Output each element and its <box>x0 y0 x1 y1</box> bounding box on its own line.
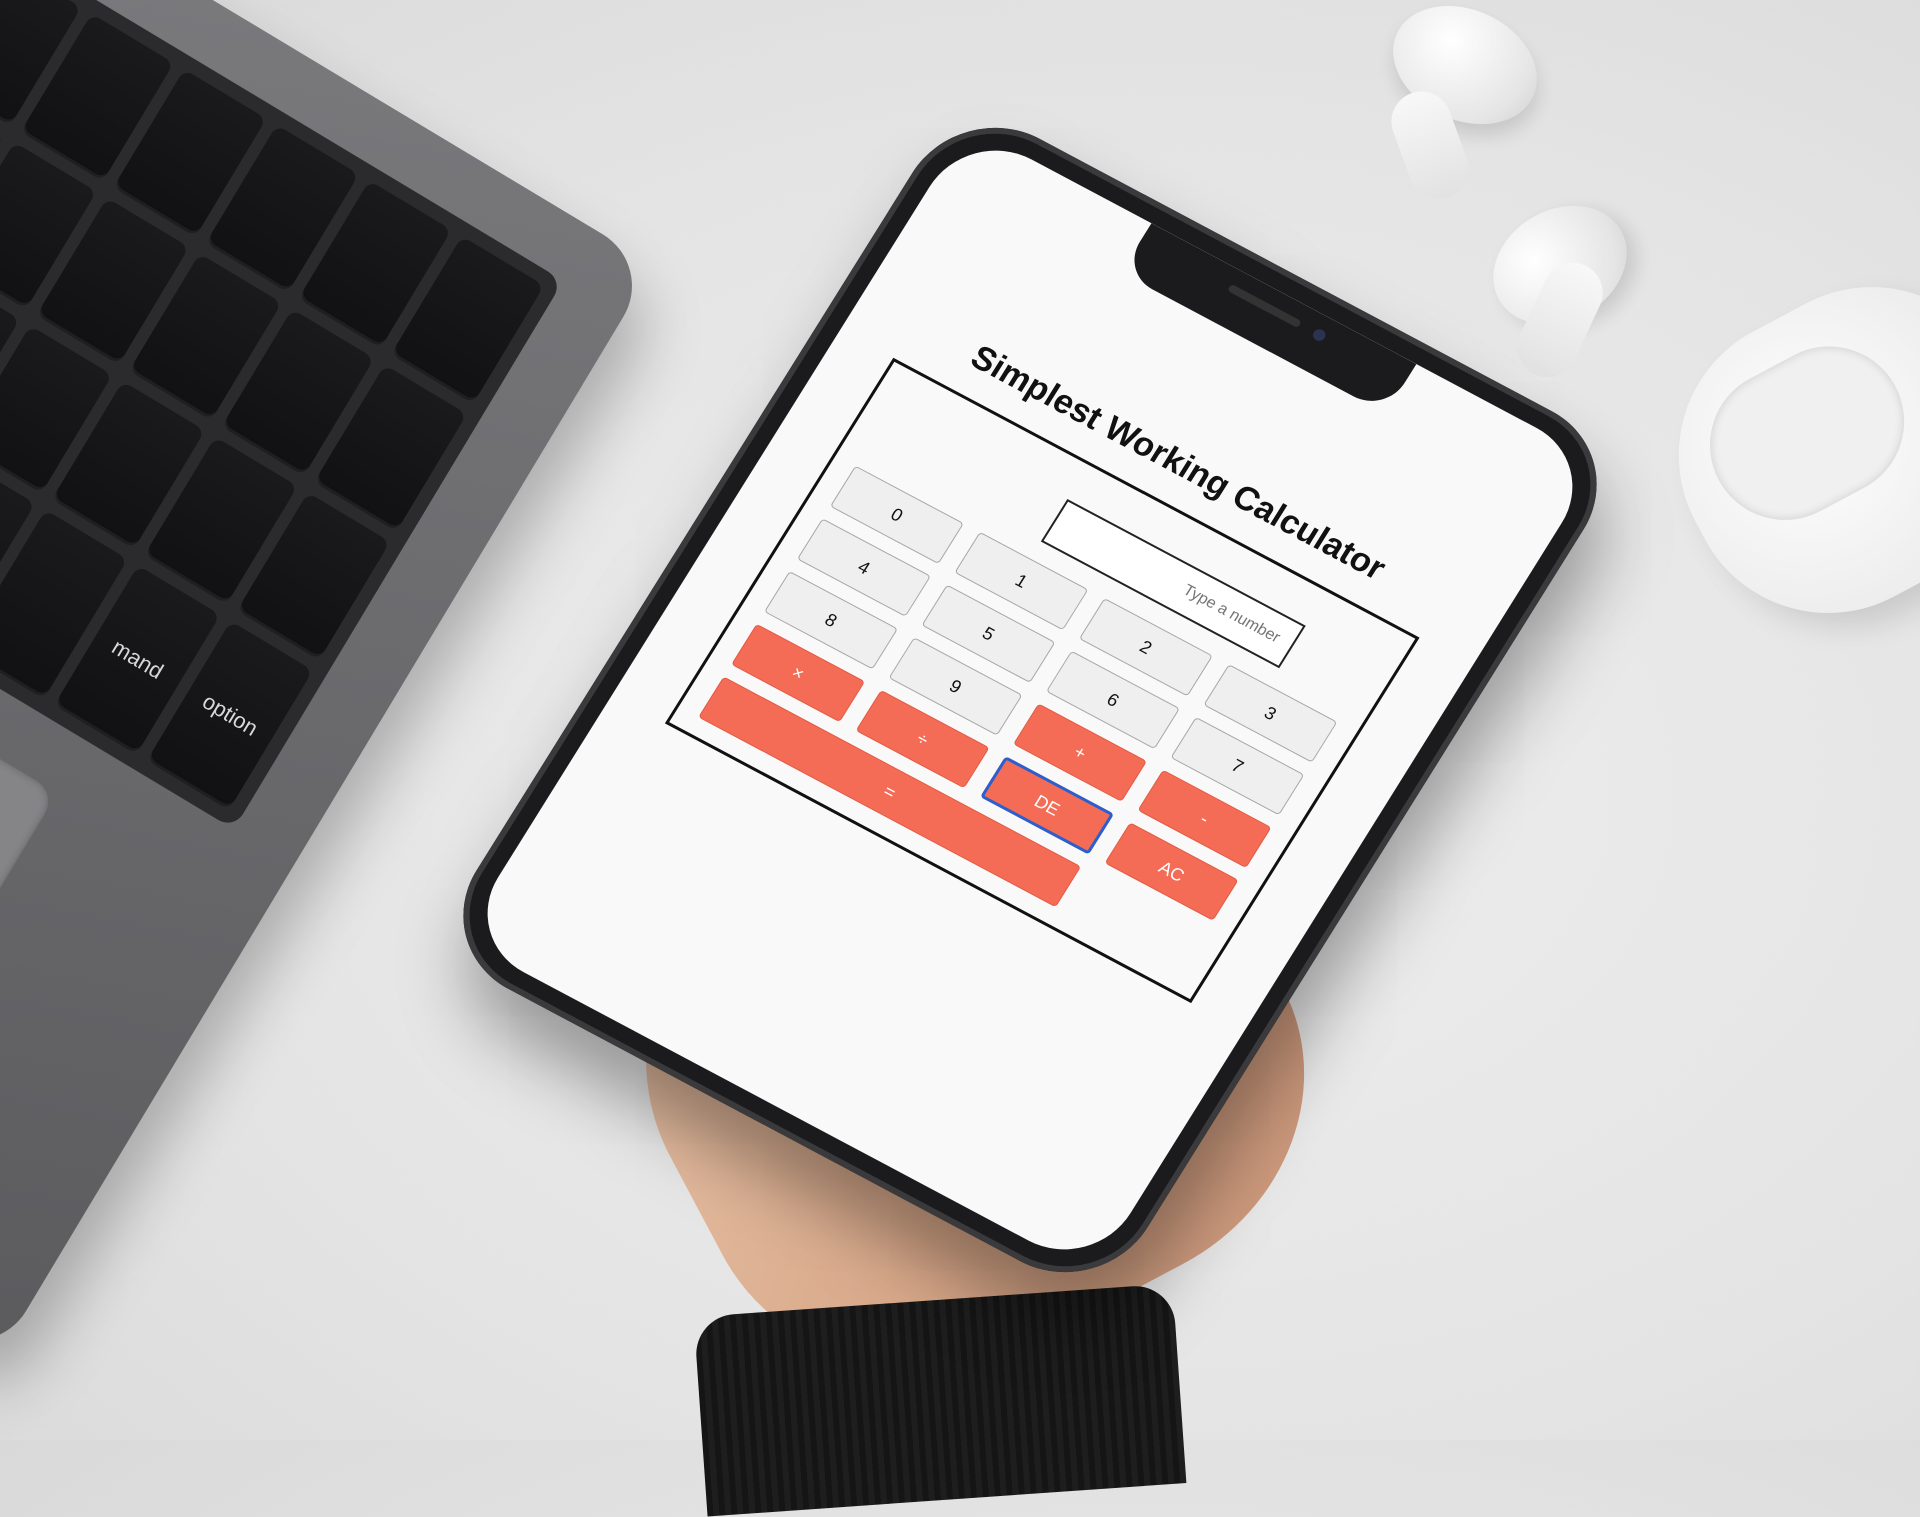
laptop: mand option <box>0 0 655 1363</box>
airpods-case-interior <box>1683 320 1920 547</box>
calculator-panel: 0 1 2 3 4 5 6 7 8 9 + - × ÷ DE AC = <box>664 357 1420 1004</box>
calculator-keypad: 0 1 2 3 4 5 6 7 8 9 + - × ÷ DE AC = <box>698 465 1338 974</box>
sweater-sleeve <box>693 1283 1187 1517</box>
laptop-keyboard: mand option <box>0 0 564 830</box>
airpods-case <box>1629 237 1920 663</box>
front-camera-icon <box>1310 327 1328 343</box>
